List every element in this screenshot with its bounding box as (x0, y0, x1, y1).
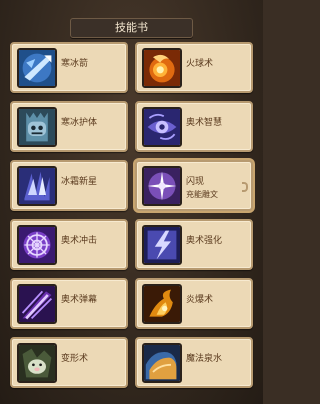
skill-card-pyroblast[interactable]: 炎爆术 (135, 278, 253, 329)
skill-book-panel: 技能书 寒冰箭 火球术 寒冰护体 奥术智慧 冰霜新星 闪现 充能雕文 奥术冲击 … (0, 0, 263, 404)
skill-name: 炎爆术 (186, 295, 214, 305)
skill-name: 冰霜新星 (61, 177, 98, 187)
arcane-power-icon (142, 225, 182, 265)
skill-card-ice-armor[interactable]: 寒冰护体 (10, 101, 128, 152)
arcane-explosion-icon (17, 225, 57, 265)
skill-card-ice-arrow[interactable]: 寒冰箭 (10, 42, 128, 93)
skill-name: 变形术 (61, 354, 89, 364)
card-tab-marker (242, 182, 248, 192)
panel-title: 技能书 (70, 18, 193, 38)
blink-icon (142, 166, 182, 206)
skill-card-fireball[interactable]: 火球术 (135, 42, 253, 93)
skill-glyph-label: 充能雕文 (186, 190, 218, 199)
skill-name: 奥术强化 (186, 236, 223, 246)
skill-name: 奥术弹幕 (61, 295, 98, 305)
skill-card-frost-nova[interactable]: 冰霜新星 (10, 160, 128, 211)
pyroblast-icon (142, 284, 182, 324)
skill-card-arcane-intellect[interactable]: 奥术智慧 (135, 101, 253, 152)
skill-name: 奥术冲击 (61, 236, 98, 246)
ice-armor-icon (17, 107, 57, 147)
skill-card-arcane-explosion[interactable]: 奥术冲击 (10, 219, 128, 270)
conjure-water-icon (142, 343, 182, 383)
ice-arrow-icon (17, 48, 57, 88)
skill-name: 寒冰箭 (61, 59, 89, 69)
skill-name: 闪现 (186, 177, 205, 187)
skill-card-polymorph[interactable]: 变形术 (10, 337, 128, 388)
skill-card-arcane-power[interactable]: 奥术强化 (135, 219, 253, 270)
skill-card-blink[interactable]: 闪现 充能雕文 (135, 160, 253, 211)
skill-card-arcane-barrage[interactable]: 奥术弹幕 (10, 278, 128, 329)
skill-grid: 寒冰箭 火球术 寒冰护体 奥术智慧 冰霜新星 闪现 充能雕文 奥术冲击 奥术强化… (10, 42, 253, 402)
polymorph-icon (17, 343, 57, 383)
skill-card-conjure-water[interactable]: 魔法泉水 (135, 337, 253, 388)
frost-nova-icon (17, 166, 57, 206)
arcane-intellect-icon (142, 107, 182, 147)
skill-name: 火球术 (186, 59, 214, 69)
skill-name: 寒冰护体 (61, 118, 98, 128)
skill-name: 奥术智慧 (186, 118, 223, 128)
arcane-barrage-icon (17, 284, 57, 324)
skill-name: 魔法泉水 (186, 354, 223, 364)
fireball-icon (142, 48, 182, 88)
